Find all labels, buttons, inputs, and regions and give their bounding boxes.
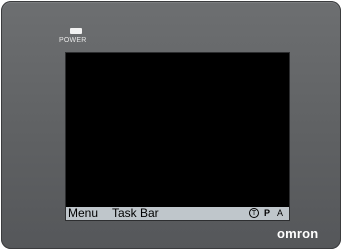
power-led	[70, 28, 82, 34]
taskbar: Menu Task Bar T P A	[66, 207, 289, 220]
p-icon[interactable]: P	[264, 207, 270, 220]
hmi-device: POWER Menu Task Bar T P A omron	[1, 1, 341, 249]
display-screen[interactable]: Menu Task Bar T P A	[65, 52, 290, 221]
circled-t-icon[interactable]: T	[249, 208, 259, 218]
omron-logo: omron	[277, 226, 319, 241]
a-icon[interactable]: A	[277, 207, 283, 220]
menu-button[interactable]: Menu	[68, 207, 98, 220]
power-label: POWER	[59, 37, 87, 44]
task-bar-button[interactable]: Task Bar	[112, 207, 159, 220]
